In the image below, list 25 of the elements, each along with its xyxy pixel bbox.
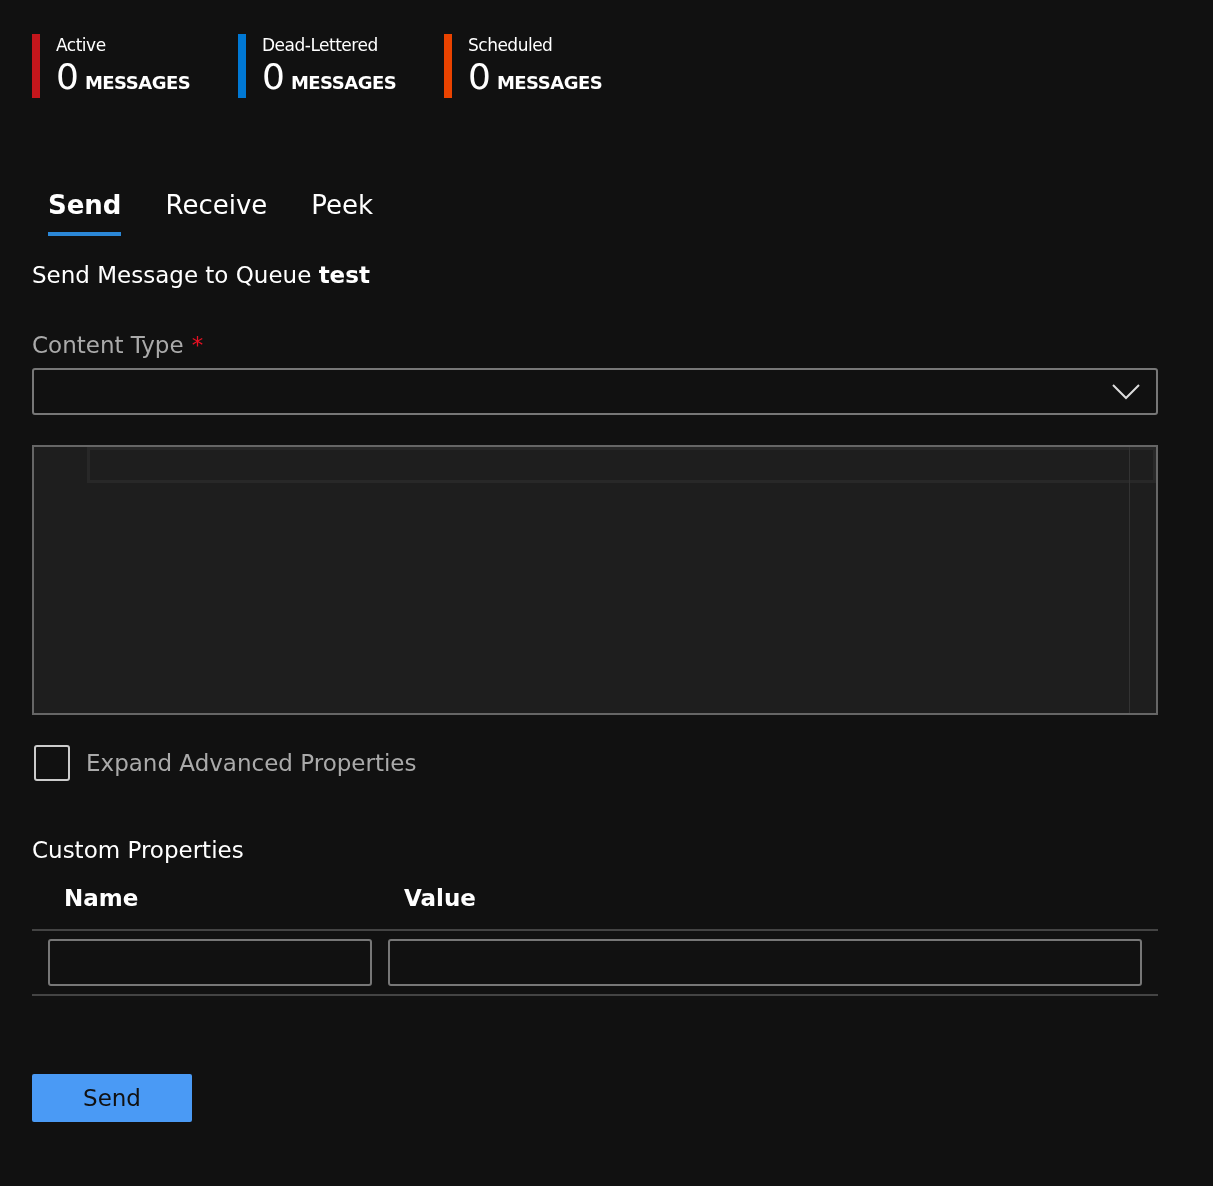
name-input[interactable]	[48, 939, 372, 986]
value-input[interactable]	[388, 939, 1142, 986]
checkbox-label: Expand Advanced Properties	[86, 750, 417, 776]
column-header: Name	[64, 885, 140, 911]
column-header: Value	[404, 885, 477, 911]
field-label: Content Type	[32, 332, 184, 358]
chevron-down-icon	[1112, 383, 1140, 400]
send-button[interactable]: Send	[32, 1074, 192, 1122]
metric-count: 0	[468, 56, 491, 98]
metric-label: Active	[56, 34, 107, 56]
required-mark: *	[191, 332, 204, 358]
tab[interactable]: Peek	[311, 190, 374, 236]
content-type-dropdown[interactable]	[32, 368, 1158, 415]
metric-count: 0	[56, 56, 79, 98]
metric-unit: MESSAGES	[496, 72, 603, 93]
checkbox[interactable]	[34, 745, 70, 781]
metric-label: Scheduled	[468, 34, 554, 56]
section-title: Custom Properties	[32, 837, 245, 863]
metric-label: Dead-Lettered	[262, 34, 379, 56]
metric-unit: MESSAGES	[290, 72, 397, 93]
section-heading: Send Message to Queue test	[32, 262, 371, 288]
metric-count: 0	[262, 56, 285, 98]
tab[interactable]: Send	[48, 190, 122, 236]
tab[interactable]: Receive	[165, 190, 268, 236]
metric-unit: MESSAGES	[84, 72, 191, 93]
